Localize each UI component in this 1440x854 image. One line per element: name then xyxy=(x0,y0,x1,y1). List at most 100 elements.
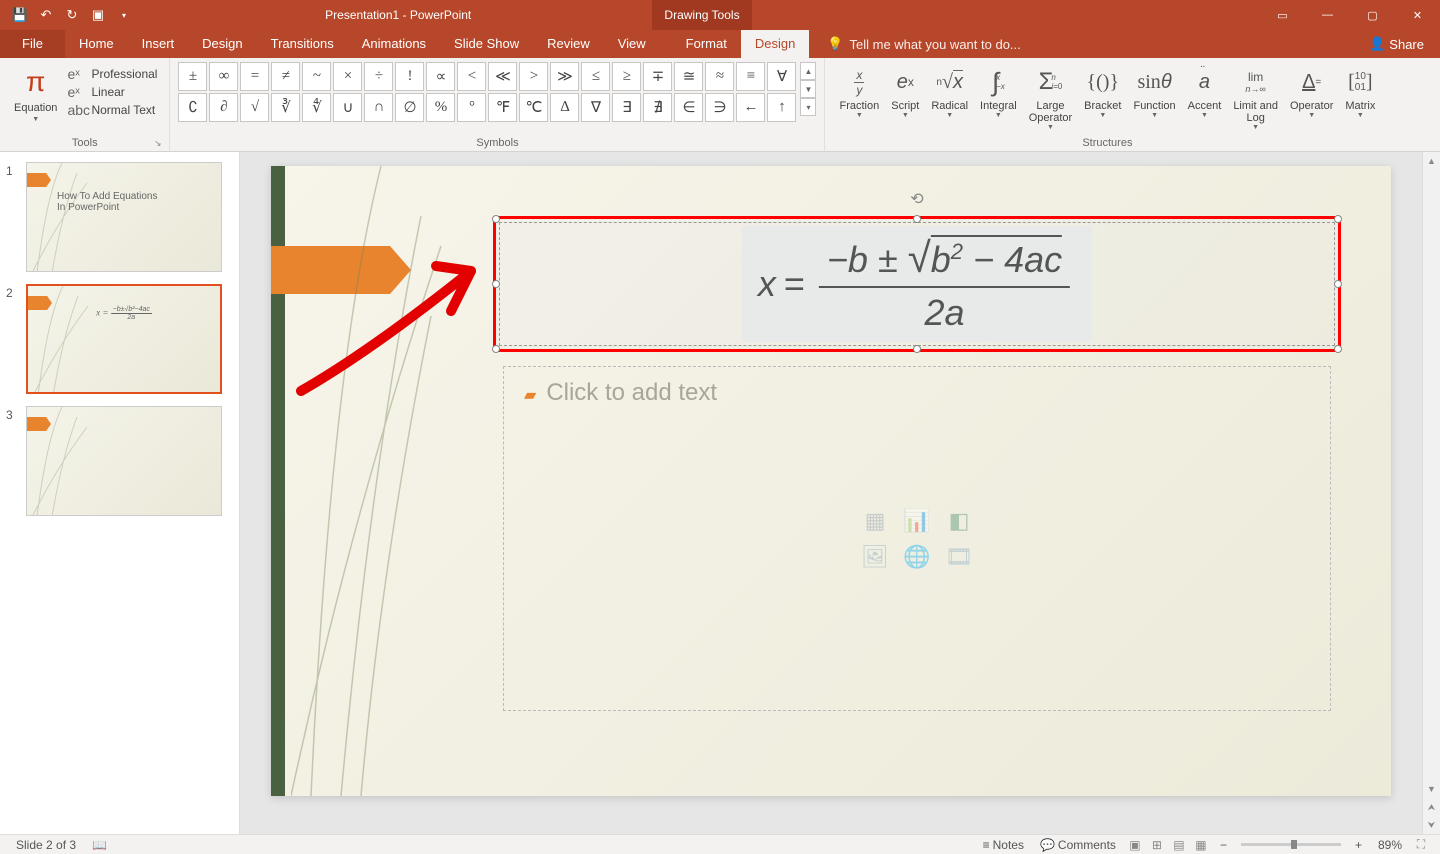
symbol-button[interactable]: ∛ xyxy=(271,93,300,122)
tell-me-search[interactable]: 💡 Tell me what you want to do... xyxy=(809,36,1353,52)
spellcheck-icon[interactable]: 📖 xyxy=(84,838,115,852)
symbol-button[interactable]: % xyxy=(426,93,455,122)
function-button[interactable]: sin θFunction▼ xyxy=(1127,62,1181,121)
undo-icon[interactable]: ↶ xyxy=(34,3,58,27)
zoom-in-button[interactable]: + xyxy=(1347,838,1370,852)
resize-handle[interactable] xyxy=(1334,280,1342,288)
thumbnail-2[interactable]: 2 x = −b±√b²−4ac2a xyxy=(6,284,233,394)
large_op-button[interactable]: Σni=0Large Operator▼ xyxy=(1023,62,1078,133)
resize-handle[interactable] xyxy=(913,215,921,223)
reading-view-icon[interactable]: ▤ xyxy=(1168,836,1190,854)
symbol-button[interactable]: ∩ xyxy=(364,93,393,122)
scroll-up-icon[interactable]: ▲ xyxy=(800,62,816,80)
slide-canvas[interactable]: ⟲ x= −b ± √b2 − 4ac 2a xyxy=(240,152,1422,834)
symbol-button[interactable]: ≥ xyxy=(612,62,641,91)
gallery-expand-icon[interactable]: ▾ xyxy=(800,98,816,116)
tab-slideshow[interactable]: Slide Show xyxy=(440,30,533,58)
vertical-scrollbar[interactable]: ▲ ▼ ⮝ ⮟ xyxy=(1422,152,1440,834)
tab-equation-design[interactable]: Design xyxy=(741,30,809,58)
symbol-button[interactable]: ∜ xyxy=(302,93,331,122)
save-icon[interactable]: 💾 xyxy=(8,3,32,27)
comments-button[interactable]: 💬 Comments xyxy=(1032,838,1124,852)
symbol-button[interactable]: ∃ xyxy=(612,93,641,122)
tab-format[interactable]: Format xyxy=(672,30,741,58)
equation-button[interactable]: π Equation ▼ xyxy=(8,62,63,125)
symbol-button[interactable]: ∈ xyxy=(674,93,703,122)
resize-handle[interactable] xyxy=(492,215,500,223)
script-button[interactable]: exScript▼ xyxy=(885,62,925,121)
insert-online-picture-icon[interactable]: 🌐 xyxy=(899,542,935,572)
slideshow-view-icon[interactable]: ▦ xyxy=(1190,836,1212,854)
qat-customize-icon[interactable]: ▾ xyxy=(112,3,136,27)
tab-animations[interactable]: Animations xyxy=(348,30,440,58)
tab-file[interactable]: File xyxy=(0,30,65,58)
symbol-button[interactable]: ≡ xyxy=(736,62,765,91)
symbol-button[interactable]: ℉ xyxy=(488,93,517,122)
symbol-button[interactable]: ∆ xyxy=(550,93,579,122)
integral-button[interactable]: ∫x−xIntegral▼ xyxy=(974,62,1023,121)
symbol-button[interactable]: ∂ xyxy=(209,93,238,122)
ribbon-options-icon[interactable]: ▭ xyxy=(1260,0,1305,30)
slideshow-icon[interactable]: ▣ xyxy=(86,3,110,27)
fit-to-window-icon[interactable]: ⛶ xyxy=(1410,836,1432,854)
accent-button[interactable]: ¨aAccent▼ xyxy=(1182,62,1228,121)
professional-button[interactable]: eˣProfessional xyxy=(67,66,157,82)
symbol-button[interactable]: ~ xyxy=(302,62,331,91)
symbol-button[interactable]: ∁ xyxy=(178,93,207,122)
share-button[interactable]: 👤 Share xyxy=(1353,36,1440,52)
insert-smartart-icon[interactable]: ◧ xyxy=(941,506,977,536)
symbol-button[interactable]: × xyxy=(333,62,362,91)
tab-home[interactable]: Home xyxy=(65,30,128,58)
symbol-button[interactable]: ± xyxy=(178,62,207,91)
linear-button[interactable]: eˣLinear xyxy=(67,84,157,100)
equation-textbox[interactable]: ⟲ x= −b ± √b2 − 4ac 2a xyxy=(493,216,1341,352)
symbol-button[interactable]: ≪ xyxy=(488,62,517,91)
symbol-button[interactable]: ∪ xyxy=(333,93,362,122)
symbol-button[interactable]: ← xyxy=(736,93,765,122)
symbol-button[interactable]: ∓ xyxy=(643,62,672,91)
sorter-view-icon[interactable]: ⊞ xyxy=(1146,836,1168,854)
resize-handle[interactable] xyxy=(1334,345,1342,353)
symbol-button[interactable]: ∝ xyxy=(426,62,455,91)
radical-button[interactable]: n√xRadical▼ xyxy=(925,62,974,121)
scroll-up-icon[interactable]: ▲ xyxy=(1423,152,1440,170)
symbol-button[interactable]: ≫ xyxy=(550,62,579,91)
symbol-button[interactable]: ≠ xyxy=(271,62,300,91)
redo-icon[interactable]: ↻ xyxy=(60,3,84,27)
symbol-button[interactable]: < xyxy=(457,62,486,91)
tab-design[interactable]: Design xyxy=(188,30,256,58)
symbol-button[interactable]: ∀ xyxy=(767,62,796,91)
limit_log-button[interactable]: limn→∞Limit and Log▼ xyxy=(1227,62,1284,133)
symbol-button[interactable]: √ xyxy=(240,93,269,122)
dialog-launcher-icon[interactable]: ↘ xyxy=(154,138,162,149)
symbol-button[interactable]: ↑ xyxy=(767,93,796,122)
scroll-down-icon[interactable]: ▼ xyxy=(800,80,816,98)
symbol-button[interactable]: > xyxy=(519,62,548,91)
notes-button[interactable]: ≡ Notes xyxy=(975,838,1032,852)
symbol-button[interactable]: ≅ xyxy=(674,62,703,91)
equation-content[interactable]: x= −b ± √b2 − 4ac 2a xyxy=(742,226,1092,342)
resize-handle[interactable] xyxy=(913,345,921,353)
symbol-button[interactable]: ≈ xyxy=(705,62,734,91)
tab-view[interactable]: View xyxy=(604,30,660,58)
symbol-button[interactable]: ∞ xyxy=(209,62,238,91)
normal-text-button[interactable]: abcNormal Text xyxy=(67,102,157,118)
operator-button[interactable]: Δ=Operator▼ xyxy=(1284,62,1339,121)
tab-insert[interactable]: Insert xyxy=(128,30,189,58)
resize-handle[interactable] xyxy=(492,280,500,288)
resize-handle[interactable] xyxy=(1334,215,1342,223)
symbol-button[interactable]: = xyxy=(240,62,269,91)
zoom-slider[interactable] xyxy=(1241,843,1341,846)
rotate-handle-icon[interactable]: ⟲ xyxy=(910,189,923,209)
insert-picture-icon[interactable]: 🖼 xyxy=(857,542,893,572)
minimize-icon[interactable]: — xyxy=(1305,0,1350,30)
thumbnail-3[interactable]: 3 xyxy=(6,406,233,516)
zoom-level[interactable]: 89% xyxy=(1370,838,1410,852)
slide-counter[interactable]: Slide 2 of 3 xyxy=(8,838,84,852)
zoom-out-button[interactable]: − xyxy=(1212,838,1235,852)
insert-video-icon[interactable]: 🎞 xyxy=(941,542,977,572)
insert-table-icon[interactable]: ▦ xyxy=(857,506,893,536)
fraction-button[interactable]: xyFraction▼ xyxy=(833,62,885,121)
close-icon[interactable]: ✕ xyxy=(1395,0,1440,30)
tab-transitions[interactable]: Transitions xyxy=(257,30,348,58)
